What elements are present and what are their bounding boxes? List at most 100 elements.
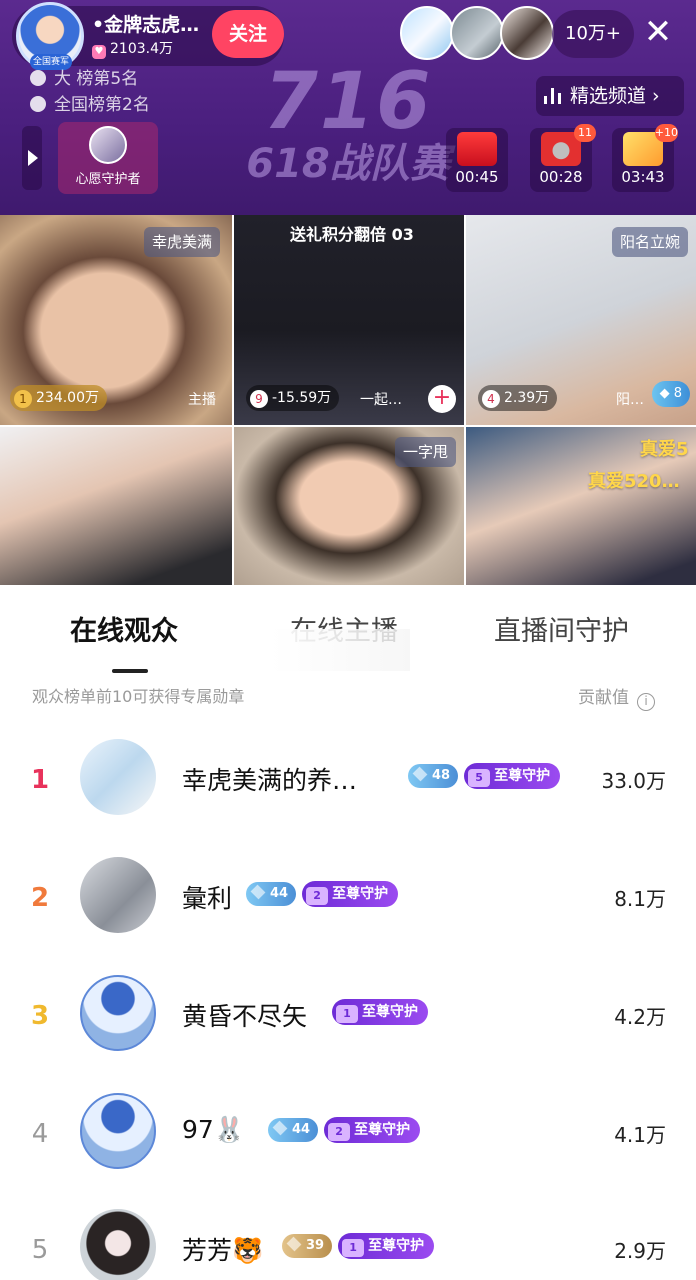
gift-box-timer[interactable]: 03:43 +10 (612, 124, 678, 192)
guardian-icon: 2 (306, 887, 329, 905)
guardian-badge: 2 至尊守护 (302, 881, 399, 907)
guardian-badge: 5 至尊守护 (464, 763, 561, 789)
rank-badge: 4 (482, 390, 500, 408)
user-name: 彙利 (182, 884, 233, 913)
rank-line: 全国榜第2名 (30, 92, 150, 118)
viewer-count-button[interactable]: 10万+ (552, 10, 634, 58)
contribution-value: 8.1万 (614, 887, 666, 911)
leaderboard-row[interactable]: 2 彙利 44 2 至尊守护 8.1万 (0, 857, 696, 967)
count-badge: +10 (654, 124, 678, 142)
stream-tile[interactable]: 幸虎美满 1 234.00万 主播 (0, 215, 232, 425)
audience-sheet: 在线观众 在线主播 直播间守护 观众榜单前10可获得专属勋章 贡献值i 1 幸虎… (0, 585, 696, 1280)
leaderboard-row[interactable]: 5 芳芳🐯 39 1 至尊守护 2.9万 (0, 1209, 696, 1280)
viewer-avatar[interactable] (500, 6, 554, 60)
timer-text: 00:28 (539, 168, 583, 186)
user-name: 黄昏不尽矢 (182, 1002, 308, 1031)
multi-stream-grid: 幸虎美满 1 234.00万 主播 送礼积分翻倍 03 9 -15.59万 一起… … (0, 215, 696, 585)
stream-caption: 主播 (188, 392, 216, 408)
stream-tile[interactable]: 送礼积分翻倍 03 9 -15.59万 一起… + (234, 215, 464, 425)
event-title: 618战队赛 (246, 141, 450, 187)
bars-icon (544, 88, 564, 104)
rank-line: 大 榜第5名 (30, 66, 150, 92)
diamond-icon (412, 766, 428, 782)
user-name: 幸虎美满的养… (182, 766, 358, 795)
user-name: 97🐰 (182, 1115, 245, 1144)
diamond-level-badge: 44 (246, 882, 297, 906)
rank-badge: 9 (250, 390, 268, 408)
viewer-avatar[interactable] (450, 6, 504, 60)
rank-info[interactable]: 大 榜第5名 全国榜第2名 (30, 66, 150, 118)
stream-tile[interactable]: 真爱5 真爱520… (466, 427, 696, 585)
red-packet-timer[interactable]: 00:45 (446, 128, 508, 192)
contribution-value: 2.9万 (614, 1239, 666, 1263)
rank-number: 3 (30, 1001, 50, 1031)
diamond-icon (286, 1236, 302, 1252)
leaderboard-row[interactable]: 4 97🐰 44 2 至尊守护 4.1万 (0, 1093, 696, 1203)
host-name: •金牌志虎… (92, 14, 200, 36)
event-number: 716 (263, 57, 433, 147)
close-icon[interactable]: ✕ (638, 12, 678, 52)
red-packet-icon (457, 132, 497, 166)
expand-arrow-icon[interactable] (22, 126, 42, 190)
follow-button[interactable]: 关注 (212, 10, 284, 58)
stream-tile[interactable]: 阳名立婉 4 2.39万 阳… ◆ 8 (466, 215, 696, 425)
stream-tile[interactable] (0, 427, 232, 585)
guardian-badge: 1 至尊守护 (338, 1233, 435, 1259)
diamond-badge: ◆ 8 (651, 381, 690, 407)
diamond-icon (250, 884, 266, 900)
tab-room-guardians[interactable]: 直播间守护 (494, 609, 629, 648)
diamond-level-badge: 48 (408, 764, 459, 788)
count-badge: 11 (574, 124, 596, 142)
info-icon[interactable]: i (637, 693, 655, 711)
contribution-header[interactable]: 贡献值 i (578, 683, 655, 711)
host-likes-count: 2103.4万 (110, 41, 173, 57)
love-text: 真爱520… (588, 471, 680, 492)
user-badges: 48 5 至尊守护 (408, 763, 561, 791)
stream-score: 4 2.39万 (478, 385, 558, 411)
timer-text: 03:43 (621, 168, 665, 186)
contribution-value: 33.0万 (601, 769, 666, 793)
guardian-badge: 1 至尊守护 (332, 999, 428, 1025)
user-avatar[interactable] (80, 1093, 156, 1169)
rank-number: 5 (31, 1235, 49, 1265)
rank-icon (30, 70, 46, 86)
streamer-name-tag: 一字甩 (394, 437, 456, 467)
heart-icon: ♥ (92, 45, 106, 59)
contribution-value: 4.2万 (614, 1005, 666, 1029)
tab-transition-overlay (270, 629, 410, 671)
tab-online-audience[interactable]: 在线观众 (70, 609, 178, 648)
diamond-icon (272, 1120, 288, 1136)
user-avatar[interactable] (80, 975, 156, 1051)
stream-tile[interactable]: 一字甩 (234, 427, 464, 585)
stream-caption: 阳… (616, 392, 644, 408)
rank-number: 1 (30, 765, 50, 795)
viewer-avatar[interactable] (400, 6, 454, 60)
leaderboard-row[interactable]: 3 黄昏不尽矢 1 至尊守护 4.2万 (0, 975, 696, 1085)
double-points-banner: 送礼积分翻倍 03 (290, 225, 414, 244)
host-likes: ♥ 2103.4万 (92, 38, 173, 59)
user-avatar[interactable] (80, 739, 156, 815)
guardian-icon: 5 (468, 769, 491, 787)
user-badges: 1 至尊守护 (326, 999, 428, 1027)
add-icon[interactable]: + (428, 385, 456, 413)
guardian-icon: 2 (328, 1123, 351, 1141)
leaderboard-row[interactable]: 1 幸虎美满的养… 48 5 至尊守护 33.0万 (0, 739, 696, 849)
channel-label: 精选频道 › (570, 85, 660, 107)
lucky-bag-timer[interactable]: 00:28 11 (530, 124, 596, 192)
user-avatar[interactable] (80, 857, 156, 933)
contribution-value: 4.1万 (614, 1123, 666, 1147)
wish-guardian-card[interactable]: 心愿守护者 (58, 122, 158, 194)
live-room-header: 716 618战队赛 全国赛军 •金牌志虎… ♥ 2103.4万 关注 10万+ … (0, 0, 696, 215)
wish-guardian-avatar (89, 126, 127, 164)
user-avatar[interactable] (80, 1209, 156, 1280)
streamer-name-tag: 幸虎美满 (143, 227, 220, 257)
featured-channel-button[interactable]: 精选频道 › (536, 76, 684, 116)
event-watermark: 716 618战队赛 (238, 62, 458, 186)
guardian-icon: 1 (336, 1005, 358, 1023)
timer-text: 00:45 (455, 168, 499, 186)
wish-guardian-label: 心愿守护者 (75, 172, 141, 187)
user-badges: 44 2 至尊守护 (246, 881, 399, 909)
guardian-badge: 2 至尊守护 (324, 1117, 421, 1143)
active-tab-indicator (112, 669, 148, 673)
streamer-name-tag: 阳名立婉 (611, 227, 688, 257)
